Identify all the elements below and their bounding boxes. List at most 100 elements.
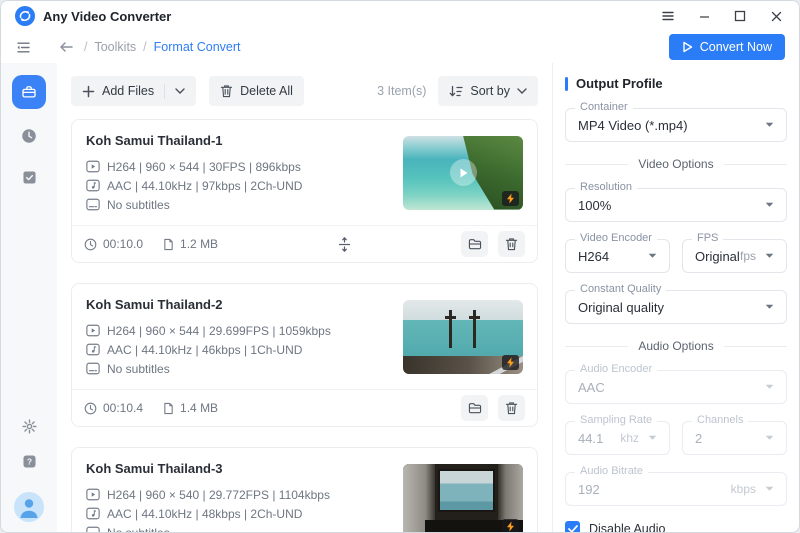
settings-button[interactable] — [21, 418, 38, 435]
video-stream-icon — [86, 488, 100, 501]
fps-label: FPS — [692, 232, 723, 244]
play-overlay-icon[interactable] — [450, 159, 477, 186]
chevron-down-icon — [765, 486, 774, 492]
sidebar-item-toolkits[interactable] — [12, 75, 46, 109]
trim-clip-icon[interactable] — [238, 236, 451, 253]
audio-info: AAC | 44.10kHz | 97kbps | 2Ch-UND — [107, 179, 302, 193]
fps-value: Original — [695, 249, 740, 264]
video-item-card: Koh Samui Thailand-1 H264 | 960 × 544 | … — [71, 119, 538, 263]
list-toolbar: Add Files Delete All 3 Item(s) Sort by — [71, 76, 538, 106]
subtitle-info: No subtitles — [107, 362, 170, 376]
resolution-value: 100% — [578, 198, 765, 213]
tasks-check-icon — [21, 169, 38, 186]
video-thumbnail[interactable] — [403, 464, 523, 533]
audio-encoder-select: Audio Encoder AAC — [565, 370, 787, 404]
video-info: H264 | 960 × 544 | 30FPS | 896kbps — [107, 160, 301, 174]
duration: 00:10.4 — [103, 401, 143, 415]
flash-convert-badge-icon — [502, 355, 519, 370]
video-stream-icon — [86, 324, 100, 337]
video-title: Koh Samui Thailand-2 — [86, 297, 389, 312]
disable-audio-label: Disable Audio — [589, 522, 665, 533]
video-encoder-label: Video Encoder — [575, 232, 657, 244]
back-arrow-icon[interactable] — [58, 40, 74, 54]
question-icon: ? — [21, 453, 38, 470]
collapse-sidebar-icon[interactable] — [15, 39, 32, 56]
delete-item-button[interactable] — [498, 395, 525, 421]
add-files-button[interactable]: Add Files — [71, 76, 196, 106]
video-thumbnail[interactable] — [403, 300, 523, 374]
file-icon — [163, 238, 174, 251]
fps-unit: fps — [740, 249, 756, 263]
check-icon — [568, 525, 578, 533]
sort-by-label: Sort by — [470, 84, 510, 98]
video-thumbnail[interactable] — [403, 136, 523, 210]
file-size: 1.2 MB — [180, 237, 218, 251]
disable-audio-checkbox[interactable] — [565, 521, 580, 532]
breadcrumb-separator: / — [143, 40, 146, 54]
audio-bitrate-unit: kbps — [731, 482, 756, 496]
chevron-down-icon — [765, 435, 774, 441]
disable-audio-row: Disable Audio — [565, 521, 787, 532]
sort-by-button[interactable]: Sort by — [438, 76, 538, 106]
chevron-down-icon — [765, 253, 774, 259]
video-title: Koh Samui Thailand-1 — [86, 133, 389, 148]
chevron-down-icon — [765, 122, 774, 128]
user-avatar[interactable] — [14, 492, 44, 522]
sampling-rate-select: Sampling Rate 44.1 khz — [565, 421, 670, 455]
plus-icon — [82, 85, 95, 98]
heading-accent-bar — [565, 77, 568, 91]
audio-encoder-value: AAC — [578, 380, 765, 395]
channels-value: 2 — [695, 431, 765, 446]
app-title: Any Video Converter — [43, 9, 171, 24]
audio-bitrate-value: 192 — [578, 482, 731, 497]
duration-clock-icon — [84, 402, 97, 415]
app-logo-icon — [15, 6, 35, 26]
video-title: Koh Samui Thailand-3 — [86, 461, 389, 476]
play-icon — [682, 41, 693, 53]
folder-icon — [468, 238, 482, 250]
audio-info: AAC | 44.10kHz | 46kbps | 1Ch-UND — [107, 343, 302, 357]
video-encoder-select[interactable]: Video Encoder H264 — [565, 239, 670, 273]
resolution-select[interactable]: Resolution 100% — [565, 188, 787, 222]
chevron-down-icon — [517, 88, 527, 94]
sidebar-item-history[interactable] — [20, 127, 38, 145]
chevron-down-icon — [765, 384, 774, 390]
chevron-down-icon — [765, 202, 774, 208]
breadcrumb-current[interactable]: Format Convert — [154, 40, 241, 54]
video-item-card: Koh Samui Thailand-3 H264 | 960 × 540 | … — [71, 447, 538, 532]
app-window: Any Video Converter / Toolkits / Format … — [0, 0, 800, 533]
menu-icon[interactable] — [659, 7, 677, 25]
audio-bitrate-label: Audio Bitrate — [575, 465, 648, 477]
constant-quality-select[interactable]: Constant Quality Original quality — [565, 290, 787, 324]
container-label: Container — [575, 101, 633, 113]
close-icon[interactable] — [767, 7, 785, 25]
minimize-icon[interactable] — [695, 7, 713, 25]
maximize-icon[interactable] — [731, 7, 749, 25]
audio-stream-icon — [86, 507, 100, 520]
delete-all-button[interactable]: Delete All — [209, 76, 304, 106]
gear-icon — [21, 418, 38, 435]
video-info: H264 | 960 × 540 | 29.772FPS | 1104kbps — [107, 488, 330, 502]
svg-text:?: ? — [26, 457, 31, 467]
audio-options-divider: Audio Options — [565, 339, 787, 353]
convert-now-button[interactable]: Convert Now — [669, 34, 785, 60]
subtitle-icon — [86, 526, 100, 532]
container-select[interactable]: Container MP4 Video (*.mp4) — [565, 108, 787, 142]
flash-convert-badge-icon — [502, 519, 519, 533]
breadcrumb: / Toolkits / Format Convert — [84, 40, 241, 54]
open-folder-button[interactable] — [461, 231, 488, 257]
help-button[interactable]: ? — [21, 453, 38, 470]
fps-select[interactable]: FPS Original fps — [682, 239, 787, 273]
resolution-label: Resolution — [575, 181, 637, 193]
duration: 00:10.0 — [103, 237, 143, 251]
breadcrumb-toolkits[interactable]: Toolkits — [94, 40, 136, 54]
file-icon — [163, 402, 174, 415]
person-icon — [14, 492, 44, 522]
chevron-down-icon — [765, 304, 774, 310]
chevron-down-icon — [648, 435, 657, 441]
add-files-label: Add Files — [102, 84, 154, 98]
breadcrumb-separator: / — [84, 40, 87, 54]
open-folder-button[interactable] — [461, 395, 488, 421]
delete-item-button[interactable] — [498, 231, 525, 257]
sidebar-item-tasks[interactable] — [21, 169, 38, 186]
